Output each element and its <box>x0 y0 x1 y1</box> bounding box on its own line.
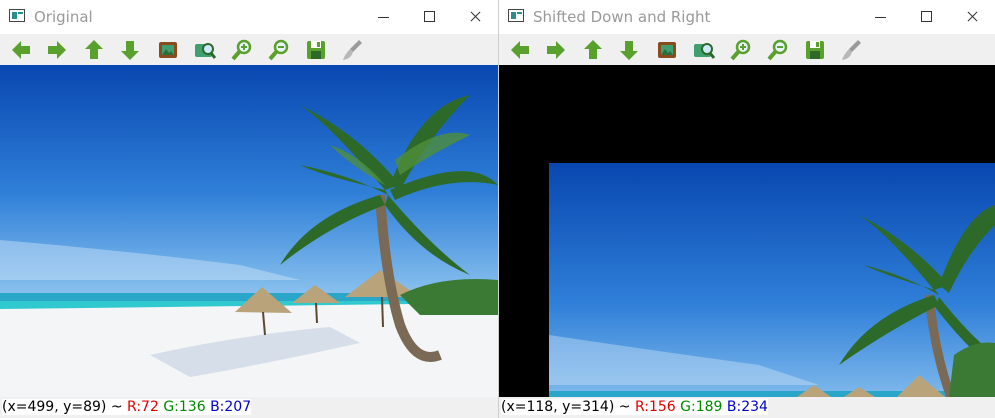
status-r: R:72 <box>127 399 159 415</box>
status-bar: (x=118, y=314) ~ R:156 G:189 B:234 <box>499 397 995 418</box>
zoom-in-icon[interactable] <box>229 37 255 63</box>
zoom-in-icon[interactable] <box>728 37 754 63</box>
zoom-fit-icon[interactable] <box>691 37 717 63</box>
save-image-icon[interactable] <box>654 37 680 63</box>
arrow-right-icon[interactable] <box>543 37 569 63</box>
status-bar: (x=499, y=89) ~ R:72 G:136 B:207 <box>0 397 498 418</box>
close-button[interactable] <box>949 0 995 34</box>
zoom-out-icon[interactable] <box>765 37 791 63</box>
zoom-fit-icon[interactable] <box>192 37 218 63</box>
zoom-out-icon[interactable] <box>266 37 292 63</box>
arrow-right-icon[interactable] <box>44 37 70 63</box>
arrow-down-icon[interactable] <box>616 37 642 63</box>
save-icon[interactable] <box>802 37 828 63</box>
title-bar[interactable]: Original <box>0 0 498 34</box>
beach-image-shifted <box>499 65 995 397</box>
arrow-down-icon[interactable] <box>117 37 143 63</box>
properties-icon[interactable] <box>339 37 365 63</box>
properties-icon[interactable] <box>838 37 864 63</box>
window-title: Shifted Down and Right <box>533 8 711 26</box>
status-g: G:189 <box>680 399 723 415</box>
minimize-button[interactable] <box>360 0 406 34</box>
arrow-up-icon[interactable] <box>580 37 606 63</box>
status-b: B:207 <box>210 399 252 415</box>
status-text: (x=499, y=89) ~ R:72 G:136 B:207 <box>2 399 252 415</box>
status-coords: (x=499, y=89) ~ <box>2 399 123 415</box>
beach-image <box>0 65 498 397</box>
window-title: Original <box>34 8 93 26</box>
image-canvas[interactable] <box>499 65 995 397</box>
status-r: R:156 <box>634 399 676 415</box>
maximize-button[interactable] <box>903 0 949 34</box>
arrow-up-icon[interactable] <box>81 37 107 63</box>
status-b: B:234 <box>726 399 768 415</box>
window-original: Original (x=499, y=89) ~ R:72 G:136 B:20… <box>0 0 499 418</box>
status-g: G:136 <box>163 399 206 415</box>
toolbar <box>0 34 498 65</box>
app-icon <box>508 9 524 22</box>
window-shifted: Shifted Down and Right (x=118, y=314) ~ … <box>499 0 995 418</box>
arrow-left-icon[interactable] <box>8 37 34 63</box>
save-image-icon[interactable] <box>155 37 181 63</box>
title-bar[interactable]: Shifted Down and Right <box>499 0 995 34</box>
app-icon <box>9 9 25 22</box>
maximize-button[interactable] <box>406 0 452 34</box>
image-canvas[interactable] <box>0 65 498 397</box>
minimize-button[interactable] <box>857 0 903 34</box>
toolbar <box>499 34 995 65</box>
arrow-left-icon[interactable] <box>507 37 533 63</box>
save-icon[interactable] <box>303 37 329 63</box>
status-text: (x=118, y=314) ~ R:156 G:189 B:234 <box>501 399 768 415</box>
status-coords: (x=118, y=314) ~ <box>501 399 631 415</box>
close-button[interactable] <box>452 0 498 34</box>
